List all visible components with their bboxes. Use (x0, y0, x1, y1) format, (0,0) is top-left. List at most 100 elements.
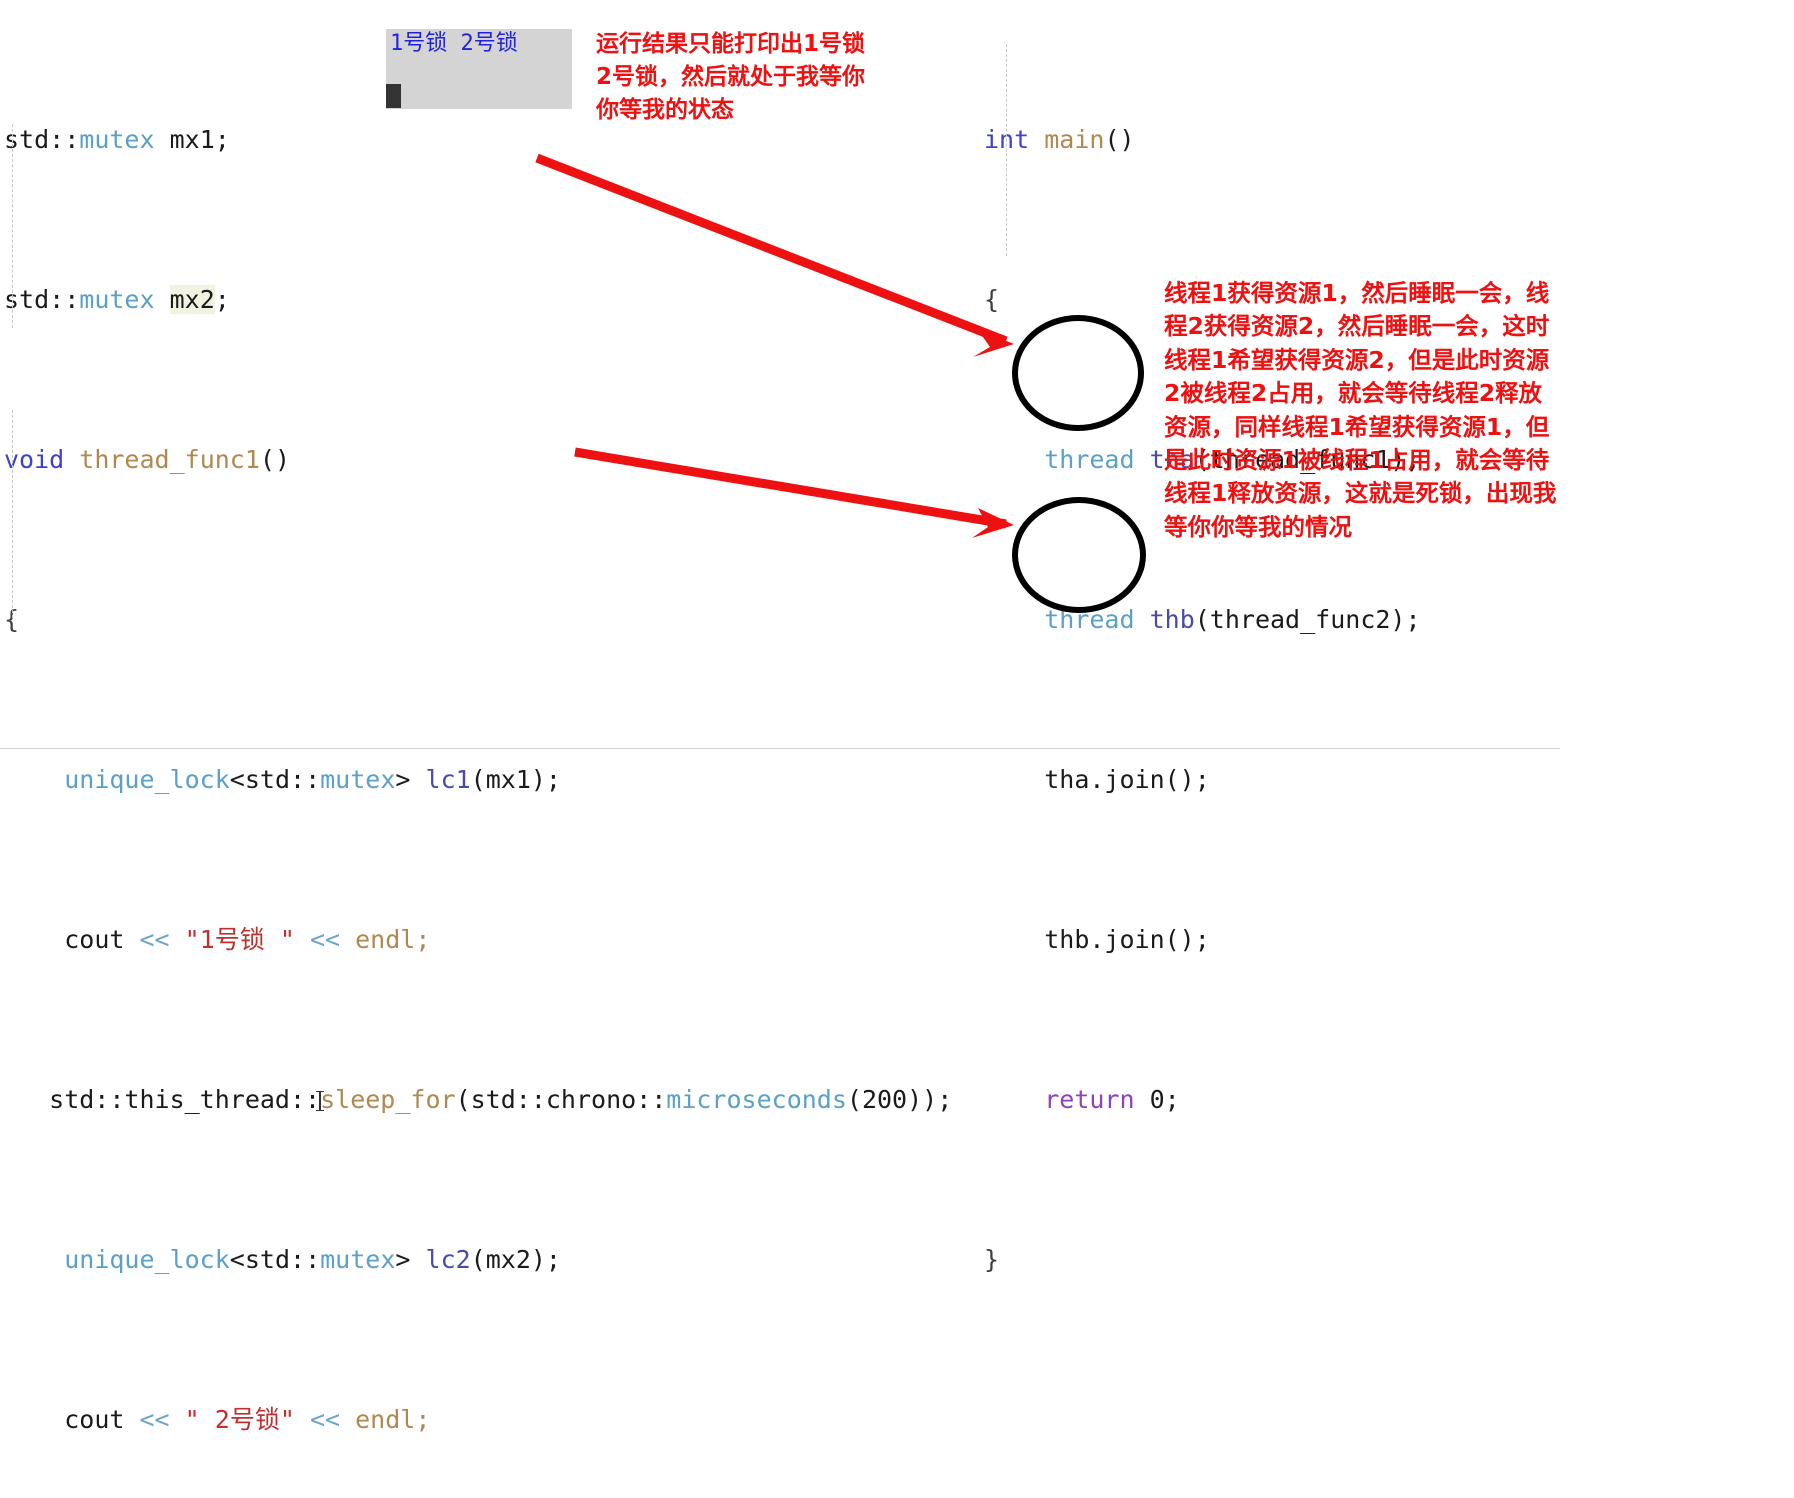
code-line[interactable]: tha.join(); (984, 760, 1421, 800)
code-line[interactable]: return 0; (984, 1080, 1421, 1120)
code-line[interactable]: void thread_func1() (4, 440, 952, 480)
code-token-cout: cout (64, 925, 125, 954)
code-token-zero: 0; (1149, 1085, 1180, 1114)
code-token-std: std:: (244, 765, 321, 794)
code-token-shift: << (139, 1405, 170, 1434)
code-token-cout: cout (64, 1405, 125, 1434)
code-token-thb: thb (1149, 605, 1195, 634)
code-line[interactable]: std::this_thread::sleep_for(std::chrono:… (4, 1080, 952, 1120)
code-token-return: return (1044, 1085, 1135, 1114)
code-token-mx2-highlighted: mx2 (169, 285, 215, 314)
code-token-thread: thread (1044, 445, 1135, 474)
code-token-tha-join: tha.join(); (1044, 765, 1210, 794)
code-token-string-lock1: "1号锁 " (184, 925, 295, 954)
code-token-std: std:: (4, 125, 80, 154)
code-token-this-thread: std::this_thread:: (49, 1085, 321, 1114)
indent-guide (12, 410, 13, 618)
code-line[interactable]: cout << " 2号锁" << endl; (4, 1400, 952, 1440)
code-line[interactable]: { (4, 600, 952, 640)
code-token-mutex: mutex (320, 1245, 396, 1274)
code-token-shift: << (139, 925, 170, 954)
code-line[interactable]: std::mutex mx2; (4, 280, 952, 320)
code-token-parens: () (1104, 125, 1135, 154)
code-line[interactable]: unique_lock<std::mutex> lc1(mx1); (4, 760, 952, 800)
text-cursor-icon (316, 1091, 325, 1111)
code-line[interactable]: } (984, 1240, 1421, 1280)
code-token-void: void (4, 445, 65, 474)
code-token-thb-join: thb.join(); (1044, 925, 1210, 954)
code-token-endl: endl; (355, 925, 431, 954)
console-output-text: 1号锁 2号锁 (390, 31, 518, 56)
code-token-brace-open: { (984, 285, 1000, 314)
code-editor-left-pane[interactable]: std::mutex mx1; std::mutex mx2; void thr… (4, 0, 952, 1498)
code-token-angle-open: < (229, 765, 245, 794)
code-token-mutex: mutex (320, 765, 396, 794)
code-token-unique-lock: unique_lock (64, 1245, 230, 1274)
circle-annotation-top (1012, 315, 1144, 431)
code-token-arg-func2: (thread_func2); (1194, 605, 1421, 634)
code-token-std: std:: (244, 1245, 321, 1274)
code-token-mutex: mutex (79, 285, 155, 314)
code-token-thread-func1: thread_func1 (79, 445, 260, 474)
code-line[interactable]: thb.join(); (984, 920, 1421, 960)
code-token-main: main (1044, 125, 1105, 154)
code-token-arg-mx2: (mx2); (470, 1245, 561, 1274)
code-token-std: std:: (4, 285, 80, 314)
code-line[interactable]: unique_lock<std::mutex> lc2(mx2); (4, 1240, 952, 1280)
console-block-cursor-icon (386, 84, 401, 108)
code-token-shift: << (309, 1405, 341, 1434)
code-token-arg-mx1: (mx1); (470, 765, 561, 794)
code-token-lc2: lc2 (425, 1245, 471, 1274)
code-line[interactable]: cout << "1号锁 " << endl; (4, 920, 952, 960)
code-token-mutex: mutex (79, 125, 155, 154)
code-line[interactable]: int main() (984, 120, 1421, 160)
code-token-chrono: (std::chrono:: (455, 1085, 667, 1114)
code-token-sleep-for: sleep_for (320, 1085, 456, 1114)
code-token-endl: endl; (355, 1405, 431, 1434)
code-token-unique-lock: unique_lock (64, 765, 230, 794)
code-token-angle-open: < (229, 1245, 245, 1274)
code-token-string-lock2: " 2号锁" (184, 1405, 295, 1434)
indent-guide (12, 124, 13, 328)
console-output-box[interactable]: 1号锁 2号锁 (386, 29, 572, 109)
code-token-microseconds: microseconds (666, 1085, 847, 1114)
code-token-angle-close: > (395, 765, 411, 794)
annotation-right-note: 线程1获得资源1，然后睡眠一会，线程2获得资源2，然后睡眠一会，这时线程1希望获… (1164, 279, 1557, 541)
circle-annotation-bottom (1012, 497, 1146, 613)
code-token-lc1: lc1 (425, 765, 471, 794)
code-token-semicolon: ; (214, 285, 230, 314)
code-token-angle-close: > (395, 1245, 411, 1274)
code-token-arg-200: (200)); (846, 1085, 953, 1114)
code-token-parens: () (259, 445, 291, 474)
code-token-shift: << (309, 925, 341, 954)
code-editor-right-pane[interactable]: int main() { thread tha(thread_func1); t… (984, 0, 1421, 1320)
indent-guide (1006, 44, 1007, 256)
code-token-brace-close: } (984, 1245, 1000, 1274)
